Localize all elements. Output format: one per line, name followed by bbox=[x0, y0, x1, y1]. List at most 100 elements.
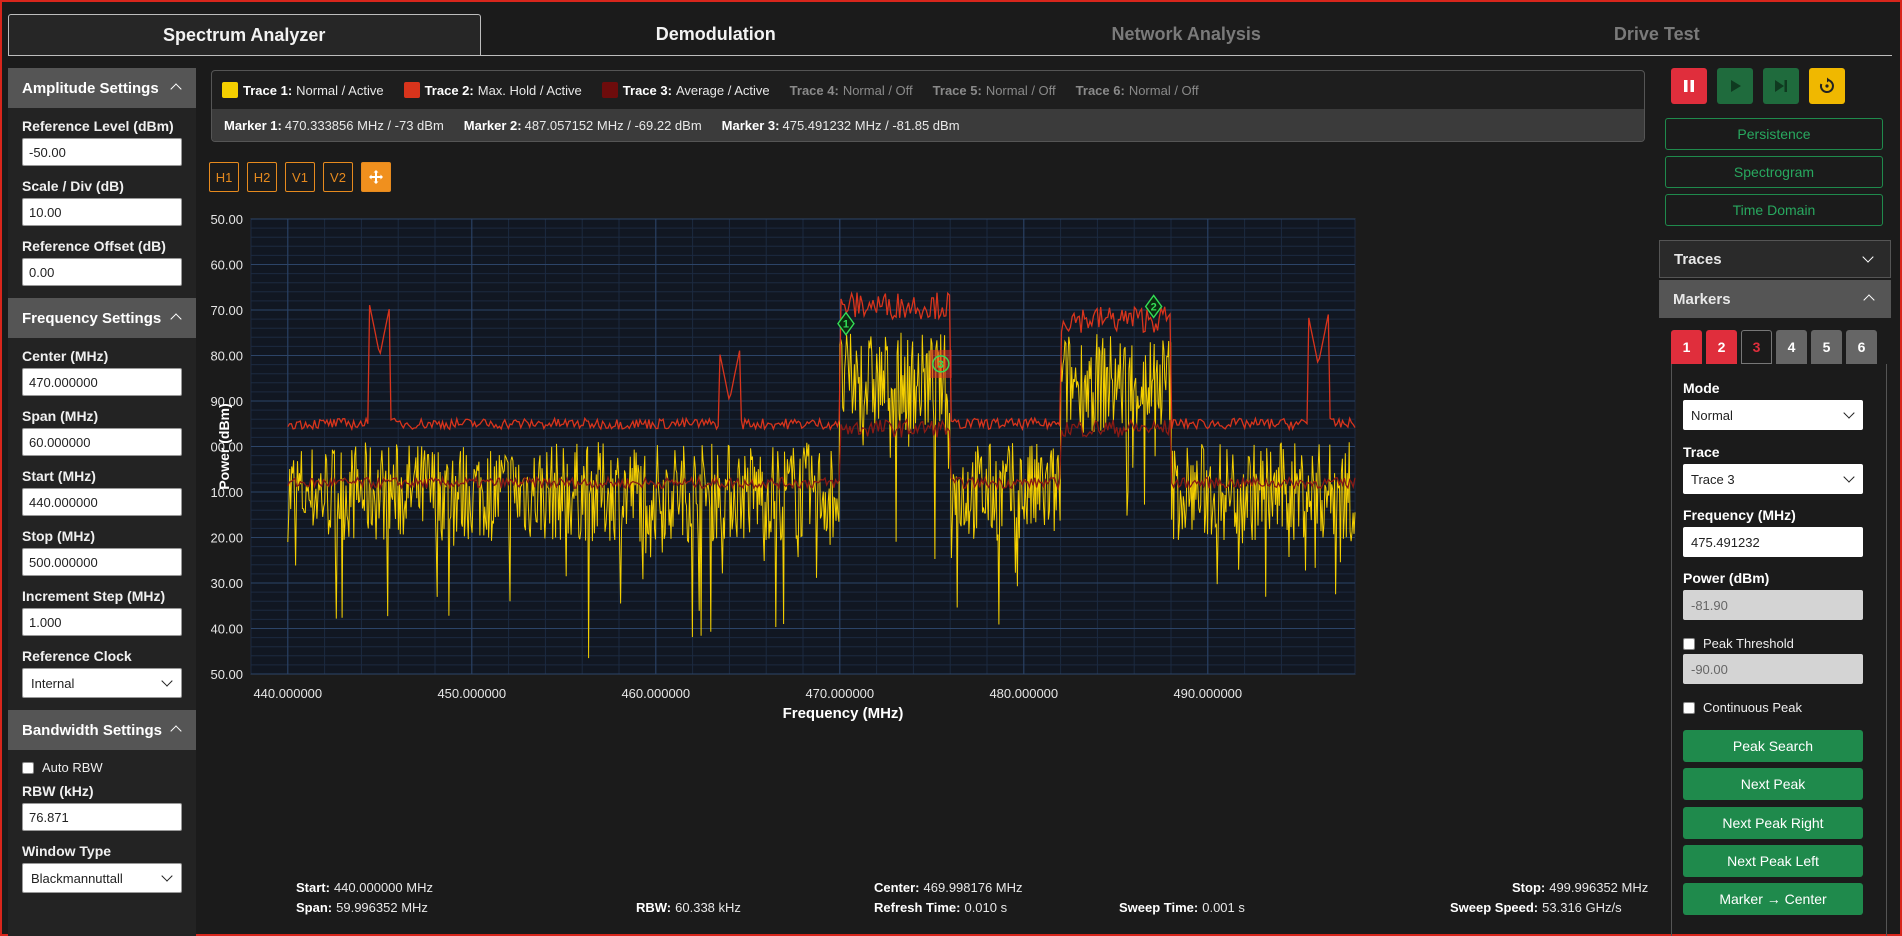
window-type-select[interactable]: Blackmannuttall bbox=[22, 863, 182, 893]
legend-trace-4[interactable]: Trace 4: Normal / Off bbox=[790, 83, 913, 98]
legend-trace-name: Trace 6: bbox=[1075, 82, 1125, 98]
amplitude-settings-body: Reference Level (dBm) -50.00 Scale / Div… bbox=[8, 108, 196, 298]
stat-center: Center: 469.998176 MHz bbox=[874, 880, 1023, 895]
y-tick-label: -80.00 bbox=[211, 349, 243, 364]
mode-select[interactable]: Normal bbox=[1683, 400, 1863, 430]
traces-accordion[interactable]: Traces bbox=[1659, 240, 1891, 278]
marker-readout-row: Marker 1: 470.333856 MHz / -73 dBm Marker … bbox=[212, 109, 1644, 141]
spectrum-chart[interactable]: -50.00-60.00-70.00-80.00-90.00-100.00-11… bbox=[211, 207, 1645, 857]
line-tools: H1 H2 V1 V2 bbox=[209, 162, 391, 192]
marker-tabs: 123456 bbox=[1671, 330, 1877, 364]
tab-demodulation[interactable]: Demodulation bbox=[481, 14, 952, 55]
reference-level-input[interactable]: -50.00 bbox=[22, 138, 182, 166]
marker-tab-1[interactable]: 1 bbox=[1671, 330, 1702, 364]
marker-tab-5[interactable]: 5 bbox=[1811, 330, 1842, 364]
settings-panel: Amplitude Settings Reference Level (dBm)… bbox=[8, 68, 196, 936]
bandwidth-settings-header[interactable]: Bandwidth Settings bbox=[8, 710, 196, 750]
reset-icon bbox=[1819, 77, 1834, 93]
play-button[interactable] bbox=[1717, 68, 1753, 104]
peak-search-button[interactable]: Peak Search bbox=[1683, 730, 1863, 762]
legend-trace-status: Average / Active bbox=[675, 82, 770, 98]
peak-threshold-row: Peak Threshold bbox=[1683, 636, 1794, 651]
legend-trace-3[interactable]: Trace 3: Average / Active bbox=[601, 82, 770, 98]
legend-trace-5[interactable]: Trace 5: Normal / Off bbox=[933, 83, 1056, 98]
trace-legend: Trace 1: Normal / Active Trace 2: Max. Hold… bbox=[211, 70, 1645, 142]
legend-trace-status: Normal / Off bbox=[985, 82, 1056, 98]
y-axis-label: Power (dBm) bbox=[216, 403, 232, 489]
next-peak-left-button[interactable]: Next Peak Left bbox=[1683, 845, 1863, 877]
reference-level-label: Reference Level (dBm) bbox=[22, 118, 174, 134]
marker-3[interactable]: 3 bbox=[929, 349, 952, 378]
marker-tab-6[interactable]: 6 bbox=[1846, 330, 1877, 364]
marker-frequency-input[interactable]: 475.491232 bbox=[1683, 527, 1863, 557]
pan-move-button[interactable] bbox=[361, 162, 391, 192]
v1-line-button[interactable]: V1 bbox=[285, 162, 315, 192]
tab-drive-test[interactable]: Drive Test bbox=[1422, 14, 1893, 55]
marker-tab-4[interactable]: 4 bbox=[1776, 330, 1807, 364]
tab-network-analysis[interactable]: Network Analysis bbox=[951, 14, 1422, 55]
continuous-peak-checkbox[interactable] bbox=[1683, 701, 1695, 714]
reference-offset-input[interactable]: 0.00 bbox=[22, 258, 182, 286]
next-peak-button[interactable]: Next Peak bbox=[1683, 768, 1863, 800]
legend-trace-2[interactable]: Trace 2: Max. Hold / Active bbox=[403, 82, 582, 98]
bandwidth-settings-title: Bandwidth Settings bbox=[22, 721, 162, 739]
chevron-down-icon bbox=[161, 677, 173, 689]
reset-button[interactable] bbox=[1809, 68, 1845, 104]
markers-title: Markers bbox=[1673, 290, 1731, 308]
marker-tab-3[interactable]: 3 bbox=[1741, 330, 1772, 364]
legend-trace-1[interactable]: Trace 1: Normal / Active bbox=[222, 82, 384, 98]
next-peak-right-button[interactable]: Next Peak Right bbox=[1683, 807, 1863, 839]
h2-line-button[interactable]: H2 bbox=[247, 162, 277, 192]
spectrum-plot[interactable]: -50.00-60.00-70.00-80.00-90.00-100.00-11… bbox=[211, 207, 1645, 857]
x-tick-label: 460.000000 bbox=[621, 686, 690, 701]
marker-power-input: -81.90 bbox=[1683, 590, 1863, 620]
h1-line-button[interactable]: H1 bbox=[209, 162, 239, 192]
markers-accordion[interactable]: Markers bbox=[1659, 280, 1891, 318]
x-axis-label: Frequency (MHz) bbox=[783, 705, 904, 722]
reference-clock-select[interactable]: Internal bbox=[22, 668, 182, 698]
right-panel: Persistence Spectrogram Time Domain Trac… bbox=[1659, 68, 1891, 936]
scale-div-input[interactable]: 10.00 bbox=[22, 198, 182, 226]
scale-div-label: Scale / Div (dB) bbox=[22, 178, 124, 194]
trace-value: Trace 3 bbox=[1691, 471, 1735, 487]
spectrogram-button[interactable]: Spectrogram bbox=[1665, 156, 1883, 188]
rbw-label: RBW (kHz) bbox=[22, 783, 94, 799]
x-tick-label: 480.000000 bbox=[989, 686, 1058, 701]
time-domain-button[interactable]: Time Domain bbox=[1665, 194, 1883, 226]
legend-trace-6[interactable]: Trace 6: Normal / Off bbox=[1076, 83, 1199, 98]
reference-clock-value: Internal bbox=[31, 675, 75, 691]
y-tick-label: -60.00 bbox=[211, 258, 243, 273]
stop-input[interactable]: 500.000000 bbox=[22, 548, 182, 576]
main-tabs: Spectrum Analyzer Demodulation Network A… bbox=[8, 14, 1892, 56]
window-type-value: Blackmannuttall bbox=[31, 870, 123, 886]
auto-rbw-checkbox[interactable] bbox=[22, 761, 34, 774]
legend-trace-name: Trace 2: bbox=[424, 82, 474, 98]
center-input[interactable]: 470.000000 bbox=[22, 368, 182, 396]
v2-line-button[interactable]: V2 bbox=[323, 162, 353, 192]
tab-spectrum-analyzer[interactable]: Spectrum Analyzer bbox=[8, 14, 481, 55]
marker-to-center-button[interactable]: Marker → Center bbox=[1683, 883, 1863, 915]
increment-step-input[interactable]: 1.000 bbox=[22, 608, 182, 636]
legend-trace-status: Normal / Off bbox=[842, 82, 913, 98]
start-input[interactable]: 440.000000 bbox=[22, 488, 182, 516]
trace-select[interactable]: Trace 3 bbox=[1683, 464, 1863, 494]
y-tick-label: -70.00 bbox=[211, 303, 243, 318]
persistence-button[interactable]: Persistence bbox=[1665, 118, 1883, 150]
stat-rbw: RBW: 60.338 kHz bbox=[636, 900, 741, 915]
legend-trace-status: Normal / Off bbox=[1128, 82, 1199, 98]
increment-step-label: Increment Step (MHz) bbox=[22, 588, 166, 604]
span-input[interactable]: 60.000000 bbox=[22, 428, 182, 456]
peak-threshold-checkbox[interactable] bbox=[1683, 637, 1695, 650]
rbw-input[interactable]: 76.871 bbox=[22, 803, 182, 831]
trace-label: Trace bbox=[1683, 444, 1720, 460]
bandwidth-settings-body: Auto RBW RBW (kHz) 76.871 Window Type Bl… bbox=[8, 750, 196, 911]
center-label: Center (MHz) bbox=[22, 348, 109, 364]
pause-icon bbox=[1684, 80, 1694, 92]
amplitude-settings-header[interactable]: Amplitude Settings bbox=[8, 68, 196, 108]
frequency-settings-header[interactable]: Frequency Settings bbox=[8, 298, 196, 338]
marker-tab-2[interactable]: 2 bbox=[1706, 330, 1737, 364]
pause-button[interactable] bbox=[1671, 68, 1707, 104]
stat-start: Start: 440.000000 MHz bbox=[296, 880, 433, 895]
single-sweep-button[interactable] bbox=[1763, 68, 1799, 104]
x-tick-label: 440.000000 bbox=[253, 686, 322, 701]
